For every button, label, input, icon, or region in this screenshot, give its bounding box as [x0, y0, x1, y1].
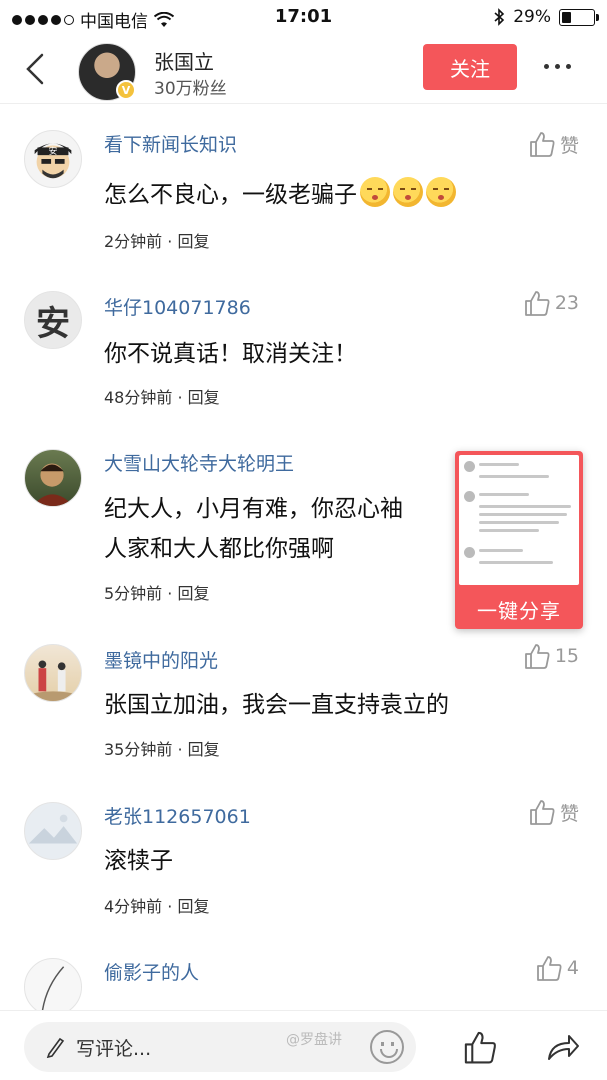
- share-button-label[interactable]: 一键分享: [459, 595, 579, 624]
- fan-count: 30万粉丝: [154, 79, 227, 99]
- sleepy-face-emoji-icon: [393, 177, 423, 207]
- commenter-name[interactable]: 看下新闻长知识: [104, 130, 237, 157]
- comment-text: 怎么不良心，一级老骗子: [104, 174, 544, 216]
- share-popup[interactable]: 一键分享: [455, 451, 583, 629]
- comment-item: 安 看下新闻长知识 赞 怎么不良心，一级老骗子 2分钟前 · 回复: [0, 104, 607, 269]
- share-preview-thumbnail: [459, 455, 579, 585]
- comment-time: 35分钟前: [104, 740, 173, 759]
- painting-avatar-icon: [25, 660, 81, 701]
- comment-time: 48分钟前: [104, 388, 173, 407]
- commenter-avatar[interactable]: 安: [24, 291, 82, 349]
- comment-item: 老张112657061 赞 滚犊子 4分钟前 · 回复: [0, 784, 607, 942]
- cartoon-avatar-icon: 安: [34, 143, 72, 179]
- calligraphy-avatar-icon: 安: [36, 303, 70, 344]
- comment-item: 偷影子的人 4: [0, 942, 607, 1010]
- comment-item: 安 华仔104071786 23 你不说真话！取消关注！ 48分钟前 · 回复: [0, 269, 607, 431]
- like-button[interactable]: 15: [523, 642, 579, 670]
- comment-time: 2分钟前: [104, 232, 163, 251]
- thumbs-up-icon: [524, 644, 550, 669]
- comment-text-content: 怎么不良心，一级老骗子: [104, 182, 357, 208]
- status-right: 29%: [493, 7, 599, 27]
- like-count: 赞: [559, 134, 579, 157]
- comment-text: 滚犊子: [104, 848, 173, 874]
- thumbs-up-icon: [524, 291, 550, 316]
- comment-text: 你不说真话！取消关注！: [104, 341, 357, 367]
- commenter-name[interactable]: 墨镜中的阳光: [104, 646, 218, 673]
- bottom-bar: 写评论... @罗盘讲: [0, 1010, 607, 1080]
- watermark: @罗盘讲: [286, 1032, 342, 1048]
- commenter-avatar[interactable]: [24, 644, 82, 702]
- comment-text: 纪大人，小月有难，你忍心袖: [104, 496, 403, 522]
- reply-link[interactable]: 回复: [177, 897, 209, 916]
- game-character-avatar-icon: [32, 463, 74, 506]
- like-button[interactable]: 赞: [528, 130, 579, 158]
- comment-meta: 48分钟前 · 回复: [104, 388, 220, 407]
- comment-time: 5分钟前: [104, 584, 163, 603]
- profile-name[interactable]: 张国立: [154, 46, 214, 75]
- sleepy-face-emoji-icon: [426, 177, 456, 207]
- like-button[interactable]: 23: [523, 289, 579, 317]
- back-button[interactable]: [20, 50, 54, 88]
- bluetooth-icon: [494, 8, 505, 26]
- comment-meta: 35分钟前 · 回复: [104, 740, 220, 759]
- share-arrow-icon: [548, 1035, 579, 1060]
- thumbs-up-icon: [530, 132, 555, 157]
- battery-percent: 29%: [513, 7, 551, 27]
- comment-time: 4分钟前: [104, 897, 163, 916]
- reply-link[interactable]: 回复: [188, 740, 220, 759]
- commenter-name[interactable]: 华仔104071786: [104, 293, 251, 320]
- like-count: 15: [554, 645, 579, 667]
- commenter-avatar[interactable]: 安: [24, 130, 82, 188]
- svg-text:安: 安: [49, 145, 58, 157]
- more-dots-icon[interactable]: [544, 64, 571, 69]
- reply-link[interactable]: 回复: [177, 232, 209, 251]
- commenter-avatar[interactable]: [24, 449, 82, 507]
- commenter-avatar[interactable]: [24, 958, 82, 1010]
- battery-icon: [559, 8, 599, 26]
- reply-link[interactable]: 回复: [188, 388, 220, 407]
- back-arrow-icon: [26, 53, 44, 85]
- like-count: 23: [554, 292, 579, 314]
- comment-placeholder: 写评论...: [76, 1037, 152, 1060]
- comment-meta: 2分钟前 · 回复: [104, 232, 210, 251]
- commenter-name[interactable]: 偷影子的人: [104, 958, 199, 985]
- like-post-button[interactable]: [462, 1029, 498, 1069]
- landscape-placeholder-avatar-icon: [28, 814, 78, 844]
- profile-header: V 张国立 30万粉丝 关注: [0, 34, 607, 104]
- like-count: 4: [566, 957, 579, 979]
- comment-item: 墨镜中的阳光 15 张国立加油，我会一直支持袁立的 35分钟前 · 回复: [0, 626, 607, 784]
- like-count: 赞: [559, 802, 579, 825]
- comment-meta: 5分钟前 · 回复: [104, 584, 210, 603]
- sketch-avatar-icon: [41, 966, 65, 1010]
- like-button[interactable]: 4: [535, 954, 579, 982]
- commenter-name[interactable]: 老张112657061: [104, 802, 251, 829]
- commenter-name[interactable]: 大雪山大轮寺大轮明王: [104, 449, 294, 476]
- thumbs-up-icon: [530, 800, 555, 825]
- status-bar: 中国电信 17:01 29%: [0, 0, 607, 34]
- comment-meta: 4分钟前 · 回复: [104, 897, 210, 916]
- comment-input[interactable]: 写评论...: [24, 1022, 416, 1072]
- comment-text: 张国立加油，我会一直支持袁立的: [104, 692, 449, 718]
- like-button[interactable]: 赞: [528, 798, 579, 826]
- pencil-icon: [46, 1037, 65, 1058]
- emoji-icon[interactable]: [370, 1030, 404, 1064]
- commenter-avatar[interactable]: [24, 802, 82, 860]
- share-button[interactable]: [545, 1029, 581, 1069]
- reply-link[interactable]: 回复: [177, 584, 209, 603]
- verified-badge-icon: V: [116, 80, 136, 100]
- follow-button[interactable]: 关注: [423, 44, 517, 90]
- sleepy-face-emoji-icon: [360, 177, 390, 207]
- thumbs-up-icon: [537, 956, 562, 981]
- thumbs-up-icon: [464, 1031, 496, 1064]
